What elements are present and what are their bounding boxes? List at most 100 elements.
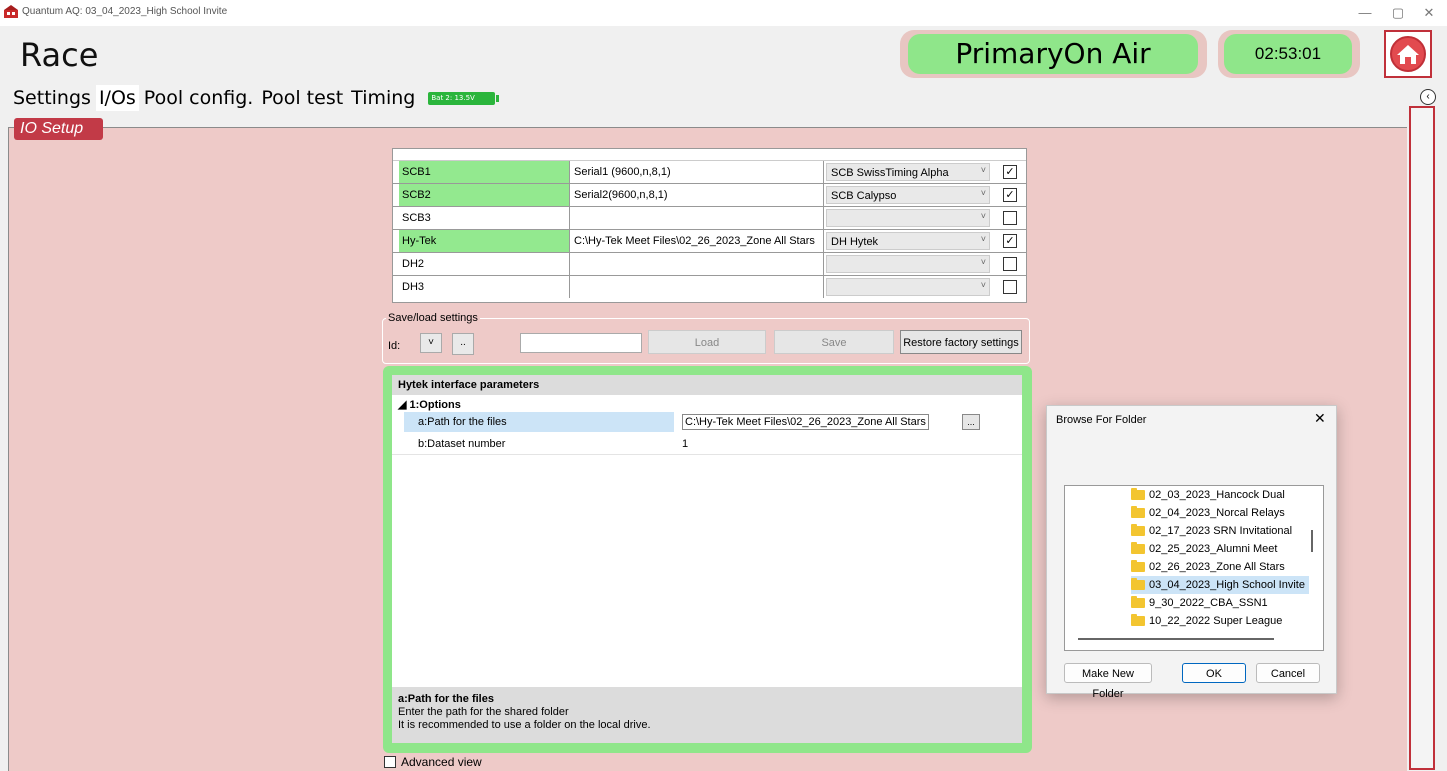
chevron-down-icon: ˅ bbox=[980, 280, 986, 290]
io-enabled-checkbox[interactable]: ✓ bbox=[1003, 165, 1017, 179]
folder-icon bbox=[1131, 506, 1145, 518]
io-port[interactable] bbox=[569, 207, 826, 229]
io-name: Hy-Tek bbox=[399, 230, 570, 252]
id-dropdown[interactable]: ˅ bbox=[420, 333, 442, 353]
tab-settings[interactable]: Settings bbox=[10, 85, 94, 111]
io-type-select[interactable]: SCB SwissTiming Alpha ˅ bbox=[823, 161, 992, 183]
folder-item[interactable]: 02_25_2023_Alumni Meet bbox=[1131, 540, 1281, 558]
folder-item[interactable]: 9_30_2022_CBA_SSN1 bbox=[1131, 594, 1272, 612]
description-line: Enter the path for the shared folder bbox=[398, 706, 569, 718]
load-button[interactable]: Load bbox=[648, 330, 766, 354]
io-name: DH2 bbox=[402, 258, 425, 270]
collapse-triangle-icon: ◢ bbox=[398, 399, 410, 411]
advanced-view-checkbox[interactable] bbox=[384, 756, 396, 768]
io-type-select[interactable]: DH Hytek ˅ bbox=[823, 230, 992, 252]
page-title: Race bbox=[20, 36, 99, 74]
io-type-value: DH Hytek bbox=[826, 232, 990, 250]
tab-ios[interactable]: I/Os bbox=[95, 85, 139, 111]
restore-factory-button[interactable]: Restore factory settings bbox=[900, 330, 1022, 354]
folder-item[interactable]: 10_22_2022 Super League bbox=[1131, 612, 1286, 630]
io-type-value: SCB SwissTiming Alpha bbox=[826, 163, 990, 181]
maximize-button[interactable]: ▢ bbox=[1383, 2, 1413, 24]
category-label: 1:Options bbox=[409, 399, 461, 411]
table-row[interactable]: DH2 ˅ bbox=[393, 253, 1026, 276]
io-port[interactable] bbox=[569, 276, 826, 298]
vertical-scrollbar[interactable] bbox=[1311, 530, 1313, 552]
io-port[interactable]: Serial2(9600,n,8,1) bbox=[569, 184, 826, 206]
path-value: C:\Hy-Tek Meet Files\02_26_2023_Zone All… bbox=[682, 414, 929, 430]
minimize-button[interactable]: — bbox=[1350, 2, 1380, 24]
table-row[interactable]: SCB1 Serial1 (9600,n,8,1) SCB SwissTimin… bbox=[393, 161, 1026, 184]
options-category[interactable]: ◢ 1:Options bbox=[398, 398, 461, 411]
folder-item[interactable]: 02_03_2023_Hancock Dual bbox=[1131, 486, 1289, 504]
folder-icon bbox=[1131, 542, 1145, 554]
io-name: SCB1 bbox=[399, 161, 570, 183]
tab-timing[interactable]: Timing bbox=[348, 85, 418, 111]
folder-tree[interactable]: 02_03_2023_Hancock Dual 02_04_2023_Norca… bbox=[1064, 485, 1324, 651]
make-new-folder-button[interactable]: Make New Folder bbox=[1064, 663, 1152, 700]
dialog-title: Browse For Folder bbox=[1056, 414, 1147, 426]
hytek-panel-title: Hytek interface parameters bbox=[392, 375, 1022, 395]
io-port[interactable]: Serial1 (9600,n,8,1) bbox=[569, 161, 826, 183]
dialog-close-button[interactable]: ✕ bbox=[1314, 410, 1326, 427]
folder-name: 10_22_2022 Super League bbox=[1149, 615, 1283, 627]
folder-icon bbox=[1131, 560, 1145, 572]
browse-id-button[interactable]: .. bbox=[452, 333, 474, 355]
close-window-button[interactable]: ✕ bbox=[1414, 2, 1444, 24]
settings-name-input[interactable] bbox=[520, 333, 642, 353]
folder-icon bbox=[1131, 614, 1145, 626]
io-enabled-checkbox[interactable] bbox=[1003, 280, 1017, 294]
io-type-value bbox=[826, 209, 990, 227]
folder-name: 02_25_2023_Alumni Meet bbox=[1149, 543, 1278, 555]
table-row[interactable]: DH3 ˅ bbox=[393, 276, 1026, 298]
tab-pool-config[interactable]: Pool config. bbox=[141, 85, 257, 111]
ok-button[interactable]: OK bbox=[1182, 663, 1246, 683]
description-title: a:Path for the files bbox=[398, 693, 494, 705]
table-row[interactable]: SCB2 Serial2(9600,n,8,1) SCB Calypso ˅ ✓ bbox=[393, 184, 1026, 207]
tab-bar: Settings I/Os Pool config. Pool test Tim… bbox=[10, 84, 500, 112]
property-row[interactable]: b:Dataset number 1 bbox=[392, 434, 1022, 454]
tab-pool-test[interactable]: Pool test bbox=[258, 85, 346, 111]
chevron-down-icon: ˅ bbox=[980, 257, 986, 267]
io-enabled-checkbox[interactable] bbox=[1003, 257, 1017, 271]
property-key: b:Dataset number bbox=[418, 438, 506, 450]
save-load-legend: Save/load settings bbox=[386, 312, 480, 324]
property-description: a:Path for the files Enter the path for … bbox=[392, 687, 1022, 743]
folder-item-selected[interactable]: 03_04_2023_High School Invite bbox=[1131, 576, 1309, 594]
save-button[interactable]: Save bbox=[774, 330, 894, 354]
io-type-select[interactable]: ˅ bbox=[823, 207, 992, 229]
io-enabled-checkbox[interactable] bbox=[1003, 211, 1017, 225]
description-line: It is recommended to use a folder on the… bbox=[398, 719, 651, 731]
io-type-select[interactable]: SCB Calypso ˅ bbox=[823, 184, 992, 206]
io-port[interactable] bbox=[569, 253, 826, 275]
folder-item[interactable]: 02_17_2023 SRN Invitational bbox=[1131, 522, 1296, 540]
io-type-select[interactable]: ˅ bbox=[823, 253, 992, 275]
io-enabled-checkbox[interactable]: ✓ bbox=[1003, 188, 1017, 202]
chevron-down-icon: ˅ bbox=[980, 234, 986, 244]
horizontal-scrollbar[interactable] bbox=[1078, 638, 1274, 640]
folder-icon bbox=[1131, 524, 1145, 536]
battery-indicator: Bat 2: 13.5V bbox=[428, 91, 500, 105]
home-button[interactable] bbox=[1384, 30, 1432, 78]
browse-path-button[interactable]: ... bbox=[962, 414, 980, 430]
window-title: Quantum AQ: 03_04_2023_High School Invit… bbox=[22, 6, 228, 17]
table-row[interactable]: SCB3 ˅ bbox=[393, 207, 1026, 230]
property-row[interactable]: a:Path for the files C:\Hy-Tek Meet File… bbox=[392, 412, 1022, 432]
id-label: Id: bbox=[388, 340, 401, 352]
io-port[interactable]: C:\Hy-Tek Meet Files\02_26_2023_Zone All… bbox=[569, 230, 826, 252]
cancel-button[interactable]: Cancel bbox=[1256, 663, 1320, 683]
folder-name: 02_03_2023_Hancock Dual bbox=[1149, 489, 1285, 501]
io-enabled-checkbox[interactable]: ✓ bbox=[1003, 234, 1017, 248]
property-value[interactable]: 1 bbox=[678, 434, 1022, 454]
collapse-sidebar-button[interactable]: ‹ bbox=[1420, 89, 1436, 105]
table-row[interactable]: Hy-Tek C:\Hy-Tek Meet Files\02_26_2023_Z… bbox=[393, 230, 1026, 253]
app-logo-icon bbox=[4, 5, 18, 18]
folder-item[interactable]: 02_26_2023_Zone All Stars bbox=[1131, 558, 1289, 576]
folder-icon bbox=[1131, 578, 1145, 590]
folder-name: 02_17_2023 SRN Invitational bbox=[1149, 525, 1293, 537]
io-name: DH3 bbox=[402, 281, 425, 293]
folder-icon bbox=[1131, 596, 1145, 608]
io-type-value: SCB Calypso bbox=[826, 186, 990, 204]
folder-item[interactable]: 02_04_2023_Norcal Relays bbox=[1131, 504, 1289, 522]
io-type-select[interactable]: ˅ bbox=[823, 276, 992, 298]
